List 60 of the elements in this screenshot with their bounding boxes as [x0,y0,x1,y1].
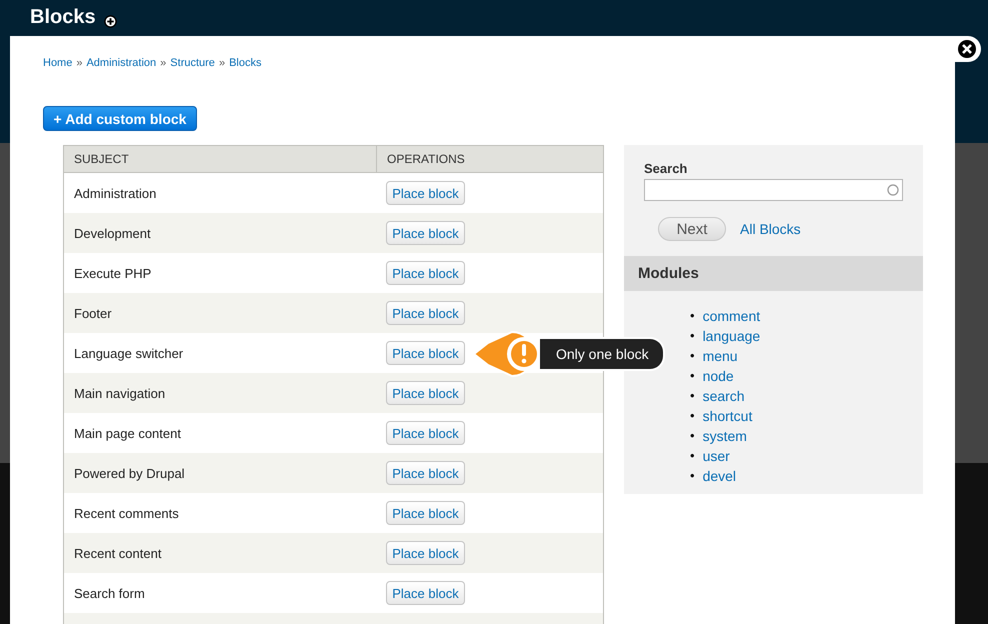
module-link[interactable]: user [702,446,730,466]
place-block-button[interactable]: Place block [386,301,465,325]
close-button[interactable] [953,36,981,62]
table-cell-text: Recent content [73,546,162,560]
module-link[interactable]: comment [702,306,760,326]
place-block-button[interactable]: Place block [386,501,465,525]
table-cell-text: Language switcher [73,346,184,360]
place-block-button[interactable]: Place block [386,261,465,285]
bullet: • [690,447,695,465]
breadcrumb-link[interactable]: Administration [86,57,156,69]
place-block-button[interactable]: Place block [386,221,465,245]
table-cell-text: Powered by Drupal [73,466,186,480]
bullet: • [690,427,695,445]
bullet: • [690,327,695,345]
plus-icon[interactable] [104,15,117,28]
search-icon [887,184,899,196]
bullet: • [690,347,695,365]
table-cell-text: Recent comments [73,506,180,520]
breadcrumb-separator: » [160,57,166,69]
breadcrumb-separator: » [218,57,226,69]
bullet: • [690,367,695,385]
table-cell-text: Administration [73,186,158,200]
bullet: • [690,387,695,405]
all-blocks-link[interactable]: All Blocks [740,221,801,237]
place-block-button[interactable]: Place block [386,461,465,485]
module-link[interactable]: system [702,426,747,446]
tooltip: Only one block [540,337,665,371]
place-block-button[interactable]: Place block [386,341,465,365]
page-title: Blocks [30,6,96,29]
module-link[interactable]: menu [702,346,738,366]
breadcrumb-link[interactable]: Home [43,57,72,69]
place-block-button[interactable]: Place block [386,581,465,605]
table-cell-text: Main page content [73,426,182,440]
breadcrumb-link[interactable]: Structure [170,57,215,69]
place-block-button[interactable]: Place block [386,421,465,445]
breadcrumb-link[interactable]: Blocks [229,57,262,69]
bullet: • [690,467,695,485]
module-link[interactable]: search [702,386,745,406]
bullet: • [690,307,695,325]
table-cell-text: Development [73,226,152,240]
table-cell-text: Footer [73,306,113,320]
place-block-button[interactable]: Place block [386,541,465,565]
place-block-button[interactable]: Place block [386,181,465,205]
module-link[interactable]: language [702,326,760,346]
table-cell-text: Main navigation [73,386,166,400]
search-label: Search [644,161,688,176]
place-block-button[interactable]: Place block [386,381,465,405]
search-field[interactable] [644,179,903,201]
table-cell-text: Execute PHP [73,266,152,280]
table-cell-text: Search form [73,586,146,600]
column-header: SUBJECT [73,151,130,168]
bullet: • [690,407,695,425]
next-button[interactable]: Next [658,217,726,241]
add-custom-block-button[interactable]: + Add custom block [43,106,197,131]
module-link[interactable]: shortcut [702,406,752,426]
column-header: OPERATIONS [376,146,603,172]
modules-heading: Modules [624,256,923,291]
module-link[interactable]: node [702,366,734,386]
breadcrumb-separator: » [76,57,82,69]
module-link[interactable]: devel [702,466,736,486]
